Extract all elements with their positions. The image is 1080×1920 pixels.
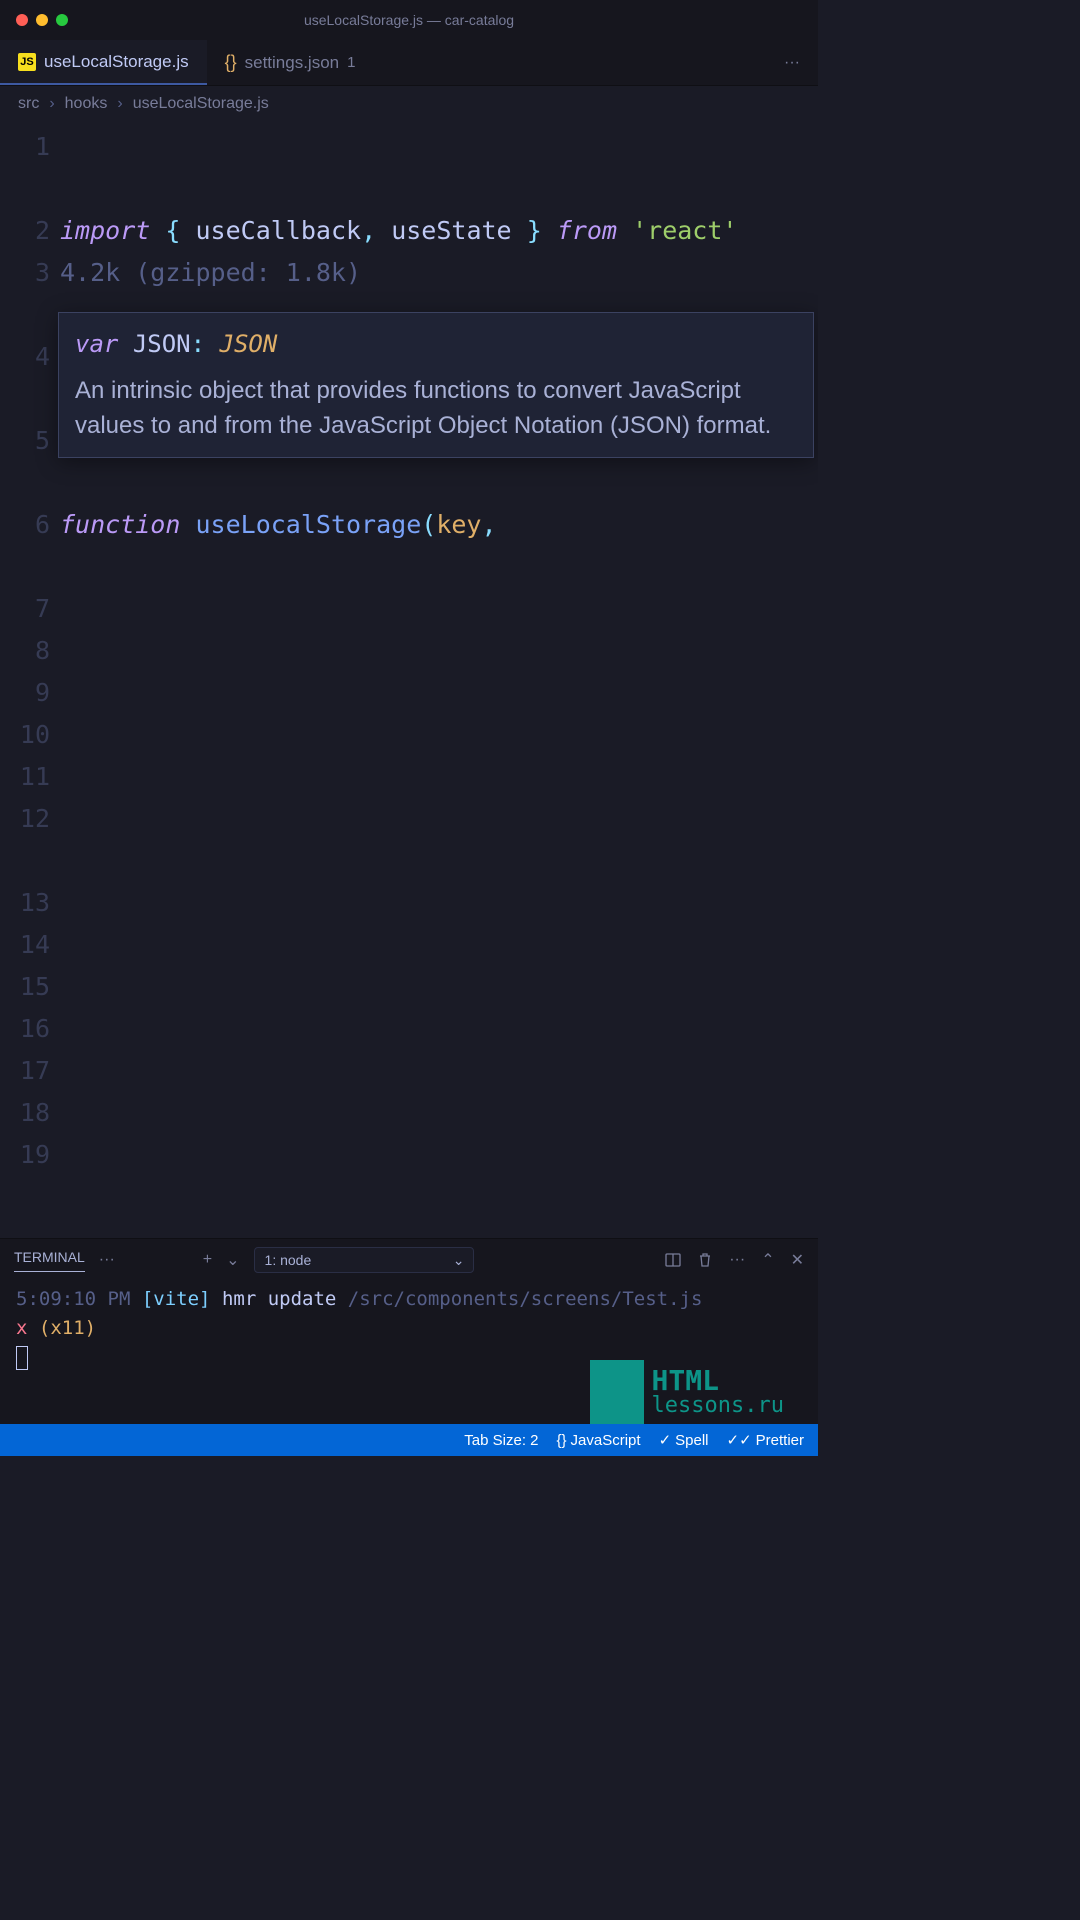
tab-uselocalstorage[interactable]: JS useLocalStorage.js (0, 40, 207, 85)
status-spell[interactable]: ✓ Spell (659, 1431, 709, 1449)
breadcrumb-segment[interactable]: useLocalStorage.js (133, 95, 269, 113)
chevron-up-icon[interactable]: ⌃ (761, 1250, 774, 1270)
braces-icon: {} (557, 1432, 567, 1449)
title-bar: useLocalStorage.js — car-catalog (0, 0, 818, 40)
status-tab-size[interactable]: Tab Size: 2 (464, 1432, 538, 1449)
check-icon: ✓ (659, 1431, 672, 1449)
close-window-icon[interactable] (16, 14, 28, 26)
tab-label: useLocalStorage.js (44, 52, 189, 72)
watermark-logo: HTML lessons.ru (590, 1360, 784, 1424)
plus-icon[interactable]: + (203, 1251, 212, 1269)
chevron-down-icon[interactable]: ⌄ (226, 1250, 239, 1270)
terminal-tab[interactable]: TERMINAL (14, 1249, 85, 1272)
terminal-tabs: TERMINAL ··· + ⌄ 1: node ⌄ ··· ⌃ ✕ (0, 1239, 818, 1281)
breadcrumb[interactable]: src › hooks › useLocalStorage.js (0, 86, 818, 122)
line-number-gutter: 1 2 3 4 5 6 7 8 9 10 11 12 13 14 15 16 1… (0, 122, 60, 1238)
window-title: useLocalStorage.js — car-catalog (304, 12, 514, 28)
tab-dirty-badge: 1 (347, 54, 355, 71)
js-file-icon: JS (18, 53, 36, 71)
hover-signature: var JSON: JSON (75, 327, 797, 362)
traffic-lights (16, 14, 68, 26)
status-bar: Tab Size: 2 {} JavaScript ✓ Spell ✓✓ Pre… (0, 1424, 818, 1456)
status-prettier[interactable]: ✓✓ Prettier (727, 1431, 805, 1449)
h-logo-icon (590, 1360, 644, 1424)
close-icon[interactable]: ✕ (791, 1250, 804, 1270)
minimize-window-icon[interactable] (36, 14, 48, 26)
json-file-icon: {} (225, 52, 237, 73)
chevron-right-icon: › (49, 95, 54, 113)
split-panel-icon[interactable] (665, 1252, 681, 1268)
terminal-select[interactable]: 1: node ⌄ (254, 1247, 474, 1273)
chevron-right-icon: › (117, 95, 122, 113)
breadcrumb-segment[interactable]: hooks (65, 95, 108, 113)
trash-icon[interactable] (697, 1252, 713, 1268)
terminal-cursor (16, 1346, 28, 1370)
ellipsis-icon[interactable]: ··· (729, 1251, 745, 1269)
chevron-down-icon: ⌄ (453, 1252, 465, 1269)
double-check-icon: ✓✓ (727, 1431, 752, 1449)
terminal-overflow-icon[interactable]: ··· (99, 1251, 115, 1269)
code-editor[interactable]: 1 2 3 4 5 6 7 8 9 10 11 12 13 14 15 16 1… (0, 122, 818, 1238)
hover-description: An intrinsic object that provides functi… (75, 374, 797, 444)
terminal-panel: TERMINAL ··· + ⌄ 1: node ⌄ ··· ⌃ ✕ 5:09:… (0, 1238, 818, 1424)
maximize-window-icon[interactable] (56, 14, 68, 26)
breadcrumb-segment[interactable]: src (18, 95, 39, 113)
tab-overflow-menu[interactable]: ··· (766, 40, 818, 85)
hover-tooltip: var JSON: JSON An intrinsic object that … (58, 312, 814, 458)
tab-label: settings.json (245, 53, 340, 73)
code-content[interactable]: import { useCallback, useState } from 'r… (60, 122, 818, 1238)
terminal-output[interactable]: 5:09:10 PM [vite] hmr update /src/compon… (0, 1281, 818, 1424)
editor-tabs: JS useLocalStorage.js {} settings.json 1… (0, 40, 818, 86)
tab-settings-json[interactable]: {} settings.json 1 (207, 40, 374, 85)
status-language[interactable]: {} JavaScript (557, 1432, 641, 1449)
